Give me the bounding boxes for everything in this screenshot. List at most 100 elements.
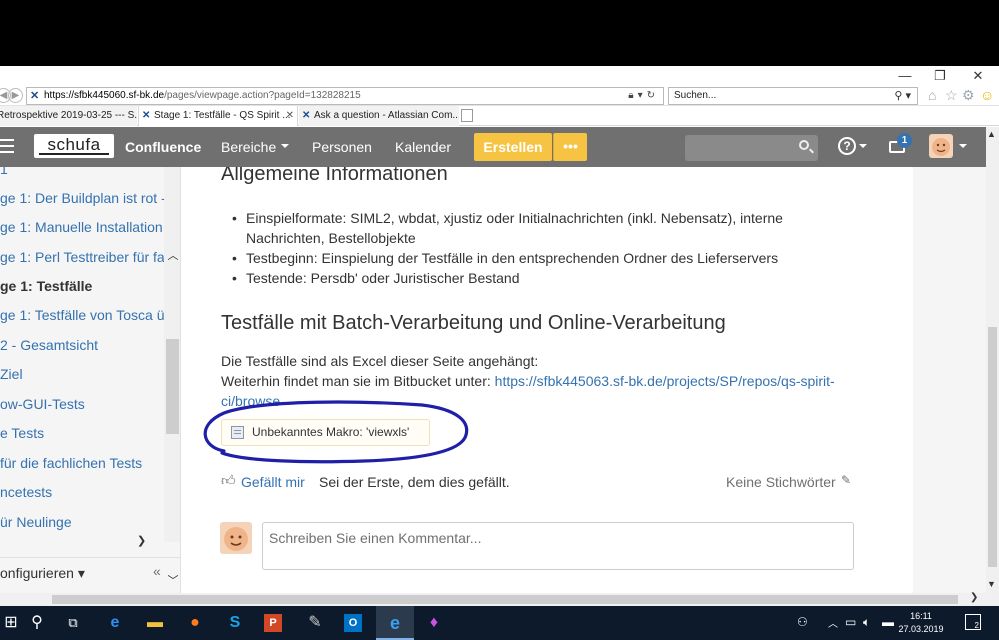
window-caption: — ❐ ✕ [0,66,999,86]
maps-pin-icon[interactable]: ♦ [423,612,445,634]
page-content: Allgemeine Informationen Einspielformate… [184,167,913,606]
address-bar[interactable]: ✕ https://sfbk445060.sf-bk.de/pages/view… [26,87,664,105]
sidebar-hscroll[interactable]: ❯ [0,534,164,550]
create-button[interactable]: Erstellen [474,133,552,161]
chevron-down-icon[interactable] [959,144,967,148]
internet-explorer-icon[interactable]: e [384,612,406,634]
thumbs-up-icon[interactable]: 👍︎ [221,472,236,489]
page-scroll-thumb[interactable] [988,327,997,567]
search-icon [799,140,809,150]
tree-item[interactable]: ge 1: Testfälle von Tosca ül [0,307,164,327]
tree-item[interactable]: 1 [0,167,8,181]
browser-search-placeholder: Suchen... [674,90,717,101]
outlook-icon[interactable]: O [344,614,362,632]
file-explorer-icon[interactable]: ▬ [144,612,166,634]
like-button[interactable]: Gefällt mir [241,474,305,490]
atlassian-favicon: ✕ [302,110,311,121]
tab-retrospektive[interactable]: Retrospektive 2019-03-25 --- S... [0,106,137,126]
close-tab-icon[interactable]: ✕ [286,106,294,125]
browser-search-box[interactable]: Suchen... ⚲ ▾ [668,87,918,105]
refresh-icon[interactable]: ↻ [647,90,659,101]
tree-item[interactable]: ge 1: Manuelle Installation c [0,219,164,239]
home-icon[interactable]: ⌂ [928,88,936,103]
tree-item-current[interactable]: ge 1: Testfälle [0,278,92,298]
settings-gear-icon[interactable]: ⚙ [962,88,975,103]
logo-text: schufa [47,135,101,154]
address-controls: 🔒︎▾↻ [628,90,659,101]
tab-testfaelle[interactable]: ✕ Stage 1: Testfälle - QS Spirit ... ✕ [138,106,298,126]
scroll-down-icon[interactable]: ▼ [987,579,996,589]
chevron-down-icon[interactable] [281,144,289,148]
edit-labels-pencil-icon[interactable]: ✎ [841,473,851,487]
create-more-button[interactable]: ••• [553,133,587,161]
tray-chevron-up-icon[interactable]: ︿ [828,615,838,630]
windows-taskbar: ⊞ ⚲ ⧉ e ▬ ● S P ✎ O e ♦ ⚇ ︿ ▭ 🔈︎ ▬ 16:11… [0,606,999,640]
tab-strip: Retrospektive 2019-03-25 --- S... ✕ Stage… [0,106,999,126]
nav-personen[interactable]: Personen [312,139,372,155]
scroll-up-icon[interactable]: ▲ [987,129,996,139]
favorites-star-icon[interactable]: ☆ [945,88,958,103]
taskbar-clock[interactable]: 16:11 27.03.2019 [896,610,946,636]
search-icon[interactable]: ⚲ [26,612,48,634]
help-icon[interactable]: ? [838,137,856,155]
macro-icon [231,426,244,439]
new-tab-button[interactable] [461,109,473,122]
task-view-icon[interactable]: ⧉ [62,612,84,634]
chevron-right-icon[interactable]: ❯ [137,534,146,547]
restore-icon[interactable]: ❐ [930,68,950,84]
tree-item[interactable]: ow-GUI-Tests [0,396,85,416]
tree-item[interactable]: ür Neulinge [0,514,72,534]
macro-label: Unbekanntes Makro: 'viewxls' [252,425,410,439]
people-icon[interactable]: ⚇ [797,615,808,629]
page-vertical-scrollbar[interactable]: ▲ ▼ [986,127,999,606]
app-tool-icon[interactable]: ✎ [304,612,326,634]
unknown-macro-placeholder[interactable]: Unbekanntes Makro: 'viewxls' [221,419,430,446]
volume-icon[interactable]: 🔈︎ [863,615,870,630]
sidebar-scrollbar[interactable]: ︿ ﹀ [164,167,180,587]
bitbucket-note: Weiterhin findet man sie im Bitbucket un… [221,371,871,411]
network-icon[interactable]: ▭ [845,615,856,629]
chevron-right-icon[interactable]: ❯ [970,592,978,603]
smiley-feedback-icon[interactable]: ☺ [980,88,994,103]
nav-bereiche[interactable]: Bereiche [221,139,276,155]
chevron-down-icon[interactable] [859,144,867,148]
close-window-icon[interactable]: ✕ [968,68,988,84]
nav-kalender[interactable]: Kalender [395,139,451,155]
collapse-sidebar-icon[interactable]: « [153,563,161,579]
testcases-paragraph: Die Testfälle sind als Excel dieser Seit… [221,351,871,411]
search-icon[interactable]: ⚲ ▾ [894,88,911,104]
tab-atlassian-community[interactable]: ✕ Ask a question - Atlassian Com... [299,106,459,126]
tree-item[interactable]: ncetests [0,484,52,504]
keyboard-icon[interactable]: ▬ [882,615,894,629]
comment-input[interactable]: Schreiben Sie einen Kommentar... [262,522,854,570]
tree-item[interactable]: 2 - Gesamtsicht [0,337,98,357]
tree-item[interactable]: ge 1: Perl Testtreiber für fac [0,249,164,269]
firefox-icon[interactable]: ● [184,612,206,634]
action-center-icon[interactable]: 2 [965,614,981,630]
tab-label: Ask a question - Atlassian Com... [314,110,459,121]
configure-label: onfigurieren [0,565,74,581]
tree-item[interactable]: für die fachlichen Tests [0,455,142,475]
windows-start-icon[interactable]: ⊞ [0,612,22,634]
tree-item[interactable]: Ziel [0,366,23,386]
app-name[interactable]: Confluence [125,139,201,155]
hscroll-thumb[interactable] [52,595,958,604]
edge-browser-icon[interactable]: e [104,612,126,634]
powerpoint-icon[interactable]: P [264,614,282,632]
tree-item[interactable]: e Tests [0,425,44,445]
sidebar-scroll-thumb[interactable] [166,339,179,434]
browser-toolbar: ◀ ▶ ✕ https://sfbk445060.sf-bk.de/pages/… [0,86,999,106]
user-avatar[interactable] [929,134,953,158]
forward-icon[interactable]: ▶ [8,88,23,103]
chevron-up-icon[interactable]: ︿ [167,247,179,263]
skype-icon[interactable]: S [224,612,246,634]
configure-sidebar-link[interactable]: onfigurieren ▾ [0,565,85,582]
list-item: Testende: Persdb' oder Juristischer Best… [232,268,826,288]
header-search-input[interactable] [685,135,818,161]
menu-icon[interactable] [0,139,14,153]
tree-item[interactable]: ge 1: Der Buildplan ist rot - [0,190,164,210]
minimize-icon[interactable]: — [895,68,915,84]
lock-icon[interactable]: 🔒︎ [628,90,637,101]
page-horizontal-scrollbar[interactable]: ❯ [0,592,986,606]
schufa-logo[interactable]: schufa [34,134,114,158]
